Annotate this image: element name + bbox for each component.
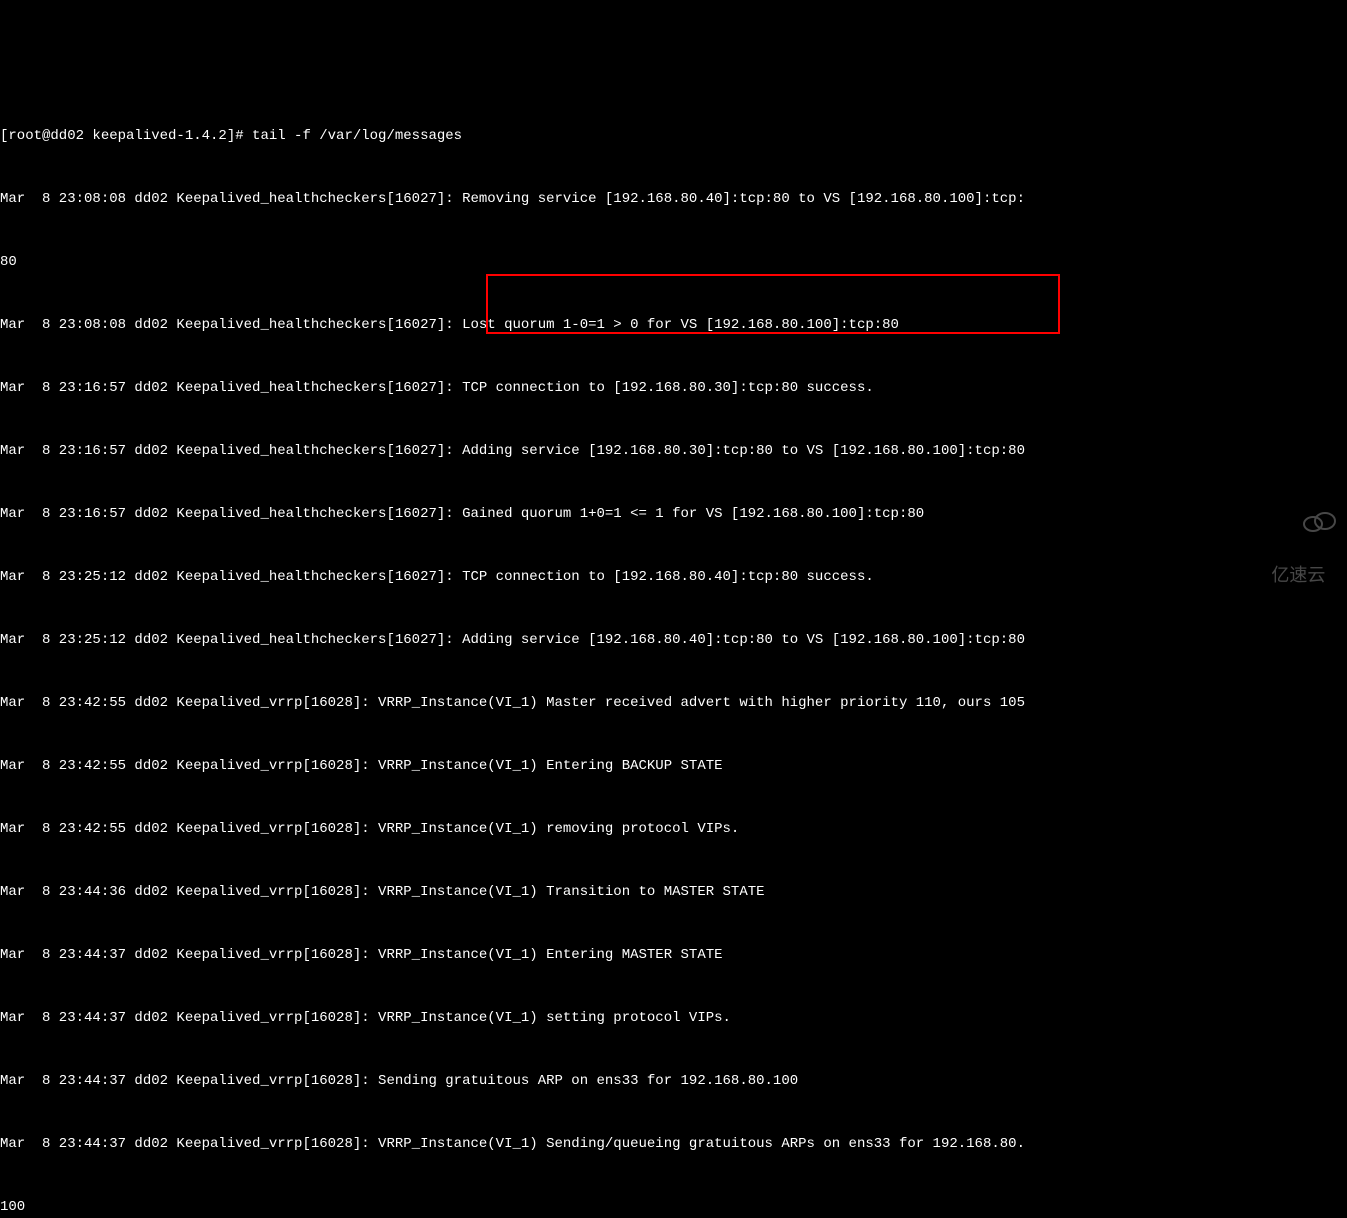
log-line: Mar 8 23:16:57 dd02 Keepalived_healthche… xyxy=(0,378,1347,399)
log-line: Mar 8 23:42:55 dd02 Keepalived_vrrp[1602… xyxy=(0,693,1347,714)
log-line: Mar 8 23:42:55 dd02 Keepalived_vrrp[1602… xyxy=(0,756,1347,777)
log-line: Mar 8 23:08:08 dd02 Keepalived_healthche… xyxy=(0,189,1347,210)
log-line: Mar 8 23:44:37 dd02 Keepalived_vrrp[1602… xyxy=(0,1134,1347,1155)
log-line: Mar 8 23:42:55 dd02 Keepalived_vrrp[1602… xyxy=(0,819,1347,840)
log-line: Mar 8 23:25:12 dd02 Keepalived_healthche… xyxy=(0,567,1347,588)
log-line: Mar 8 23:08:08 dd02 Keepalived_healthche… xyxy=(0,315,1347,336)
log-line: Mar 8 23:44:36 dd02 Keepalived_vrrp[1602… xyxy=(0,882,1347,903)
log-line: Mar 8 23:44:37 dd02 Keepalived_vrrp[1602… xyxy=(0,1071,1347,1092)
log-line: Mar 8 23:44:37 dd02 Keepalived_vrrp[1602… xyxy=(0,1008,1347,1029)
log-line: Mar 8 23:16:57 dd02 Keepalived_healthche… xyxy=(0,441,1347,462)
log-line: Mar 8 23:44:37 dd02 Keepalived_vrrp[1602… xyxy=(0,945,1347,966)
prompt-line: [root@dd02 keepalived-1.4.2]# tail -f /v… xyxy=(0,126,1347,147)
log-line: Mar 8 23:25:12 dd02 Keepalived_healthche… xyxy=(0,630,1347,651)
terminal-output[interactable]: [root@dd02 keepalived-1.4.2]# tail -f /v… xyxy=(0,84,1347,1218)
log-line: Mar 8 23:16:57 dd02 Keepalived_healthche… xyxy=(0,504,1347,525)
log-line: 80 xyxy=(0,252,1347,273)
log-line: 100 xyxy=(0,1197,1347,1218)
